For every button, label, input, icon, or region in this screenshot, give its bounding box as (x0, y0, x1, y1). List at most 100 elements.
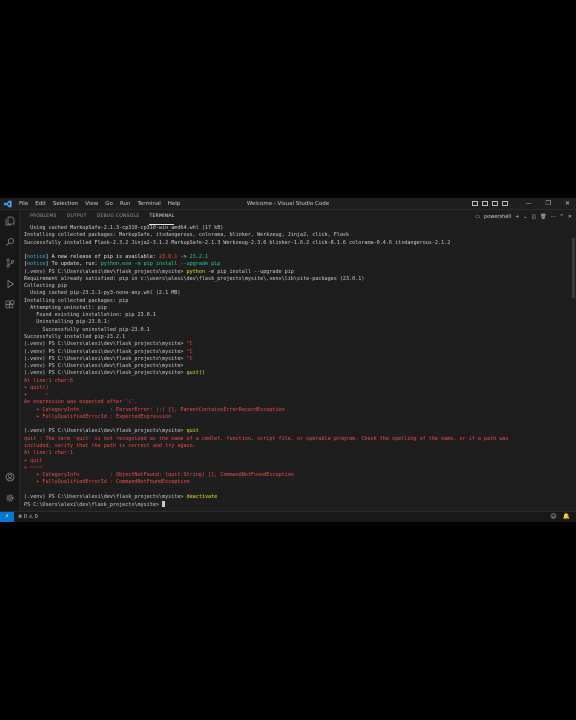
maximize-icon[interactable]: ❐ (546, 198, 551, 210)
terminal-line: + ~~~~ (24, 465, 574, 472)
toggle-primary-sidebar-icon[interactable] (472, 201, 478, 206)
tab-terminal[interactable]: TERMINAL (149, 210, 175, 225)
terminal-line: (.venv) PS C:\Users\alexi\dev\flask_proj… (24, 356, 574, 363)
terminal-line: Uninstalling pip-23.0.1: (24, 319, 574, 326)
terminal-text: Collecting pip (24, 283, 67, 290)
terminal-text: included, verify that the path is correc… (24, 442, 196, 449)
window-controls: — ❐ ✕ (526, 198, 570, 210)
menu-edit[interactable]: Edit (35, 198, 46, 210)
terminal-text: 23.0.1 (158, 254, 178, 261)
terminal-text: (.venv) PS C:\Users\alexi\dev\flask_proj… (24, 355, 187, 362)
status-bar: ⚡ ⊗ 0 ⚠ 0 ☺ 🔔 (0, 511, 576, 522)
terminal-text: + quit (24, 457, 43, 464)
terminal-line: [notice] To update, run: python.exe -m p… (24, 261, 574, 268)
panel-tabs: PROBLEMS OUTPUT DEBUG CONSOLE TERMINAL (30, 210, 175, 225)
notifications-bell-icon[interactable]: 🔔 (563, 512, 570, 522)
terminal-text: + CategoryInfo : ParserError: (:) [], Pa… (24, 406, 285, 413)
terminal-line: PS C:\Users\alexi\dev\flask_projects\mys… (24, 501, 574, 508)
terminal-line: + CategoryInfo : ObjectNotFound: (quit:S… (24, 472, 574, 479)
panel-header: PROBLEMS OUTPUT DEBUG CONSOLE TERMINAL ▭ po… (20, 210, 576, 225)
terminal-line: Successfully installed Flask-2.3.2 Jinja… (24, 240, 574, 247)
terminal-text: Using cached pip-23.2.1-py3-none-any.whl… (24, 290, 181, 297)
terminal-text: (.venv) PS C:\Users\alexi\dev\flask_proj… (24, 348, 187, 355)
tab-debug-console[interactable]: DEBUG CONSOLE (97, 210, 140, 225)
terminal-cursor (162, 501, 166, 508)
menu-go[interactable]: Go (105, 198, 113, 210)
menu-view[interactable]: View (85, 198, 98, 210)
split-terminal-icon[interactable]: ◫ (532, 214, 537, 220)
terminal-text: Using cached MarkupSafe-2.1.3-cp310-cp31… (24, 225, 224, 231)
terminal-text: ^C (186, 348, 193, 355)
terminal-text: (.venv) PS C:\Users\alexi\dev\flask_proj… (24, 370, 187, 377)
terminal-scrollbar[interactable] (572, 238, 575, 298)
terminal-line: + ~ (24, 392, 574, 399)
toggle-panel-icon[interactable] (482, 201, 488, 206)
terminal-text: (.venv) PS C:\Users\alexi\dev\flask_proj… (24, 493, 187, 500)
tab-problems[interactable]: PROBLEMS (30, 210, 57, 225)
remote-indicator-icon[interactable]: ⚡ (0, 512, 14, 522)
terminal-line: Installing collected packages: MarkupSaf… (24, 232, 574, 239)
terminal-text: (.venv) PS C:\Users\alexi\dev\flask_proj… (24, 428, 187, 435)
more-actions-icon[interactable]: ⋯ (551, 214, 556, 220)
terminal-text: (.venv) PS C:\Users\alexi\dev\flask_proj… (24, 363, 184, 370)
terminal-line: Collecting pip (24, 283, 574, 290)
account-icon[interactable] (5, 472, 15, 482)
explorer-icon[interactable] (5, 216, 15, 226)
terminal-line: (.venv) PS C:\Users\alexi\dev\flask_proj… (24, 428, 574, 435)
menu-selection[interactable]: Selection (53, 198, 78, 210)
new-terminal-icon[interactable]: + (515, 214, 519, 220)
terminal-line: Using cached MarkupSafe-2.1.3-cp310-cp31… (24, 225, 574, 232)
shell-name[interactable]: powershell (484, 214, 511, 220)
menu-run[interactable]: Run (120, 198, 131, 210)
terminal-text: + FullyQualifiedErrorId : ExpectedExpres… (24, 413, 172, 420)
menu-file[interactable]: File (19, 198, 28, 210)
customize-layout-icon[interactable] (502, 201, 508, 206)
terminal-icon: ▭ (475, 214, 480, 220)
terminal-text: ^C (186, 341, 193, 348)
chevron-down-icon[interactable]: ⌄ (523, 214, 527, 220)
terminal-text: ^C (186, 355, 193, 362)
terminal-line: Requirement already satisfied: pip in c:… (24, 276, 574, 283)
menu-terminal[interactable]: Terminal (137, 198, 160, 210)
terminal-text: Found existing installation: pip 23.0.1 (24, 312, 156, 319)
terminal-text: python (186, 268, 205, 275)
terminal-line: + quit() (24, 385, 574, 392)
close-icon[interactable]: ✕ (565, 198, 570, 210)
terminal-text: quit : The term 'quit' is not recognized… (24, 435, 509, 442)
terminal-line: (.venv) PS C:\Users\alexi\dev\flask_proj… (24, 370, 574, 377)
maximize-panel-icon[interactable]: ^ (560, 214, 564, 220)
terminal-text: deactivate (186, 493, 218, 500)
source-control-icon[interactable] (5, 258, 15, 268)
terminal-line: At line:1 char:1 (24, 450, 574, 457)
terminal-text: PS C:\Users\alexi\dev\flask_projects\mys… (24, 502, 163, 509)
terminal-text: python.exe -m pip install --upgrade pip (100, 261, 221, 268)
run-debug-icon[interactable] (5, 279, 15, 289)
terminal-line: [notice] A new release of pip is availab… (24, 254, 574, 261)
terminal-line: (.venv) PS C:\Users\alexi\dev\flask_proj… (24, 349, 574, 356)
terminal-line: + FullyQualifiedErrorId : CommandNotFoun… (24, 479, 574, 486)
terminal-text: quit (186, 428, 199, 435)
title-bar: File Edit Selection View Go Run Terminal Help W… (0, 198, 576, 210)
problems-count[interactable]: ⊗ 0 ⚠ 0 (18, 512, 38, 522)
terminal-line: + CategoryInfo : ParserError: (:) [], Pa… (24, 407, 574, 414)
trash-icon[interactable]: 🗑 (540, 214, 546, 220)
tab-output[interactable]: OUTPUT (67, 210, 87, 225)
manage-gear-icon[interactable] (5, 493, 15, 503)
close-panel-icon[interactable]: ✕ (568, 214, 572, 220)
terminal-text: 23.2.1 (189, 254, 209, 261)
extensions-icon[interactable] (5, 300, 15, 310)
terminal-line: (.venv) PS C:\Users\alexi\dev\flask_proj… (24, 269, 574, 276)
terminal-text: (.venv) PS C:\Users\alexi\dev\flask_proj… (24, 341, 187, 348)
toggle-secondary-sidebar-icon[interactable] (492, 201, 498, 206)
layout-controls (472, 201, 508, 206)
menu-bar: File Edit Selection View Go Run Terminal Help (19, 198, 180, 210)
terminal-text: Installing collected packages: MarkupSaf… (24, 232, 350, 239)
minimize-icon[interactable]: — (526, 198, 532, 210)
terminal-text: + quit() (24, 384, 49, 391)
menu-help[interactable]: Help (168, 198, 181, 210)
accounts-status-icon[interactable]: ☺ (550, 512, 556, 522)
terminal-output[interactable]: Using cached MarkupSafe-2.1.3-cp310-cp31… (24, 225, 574, 511)
search-icon[interactable] (5, 237, 15, 247)
